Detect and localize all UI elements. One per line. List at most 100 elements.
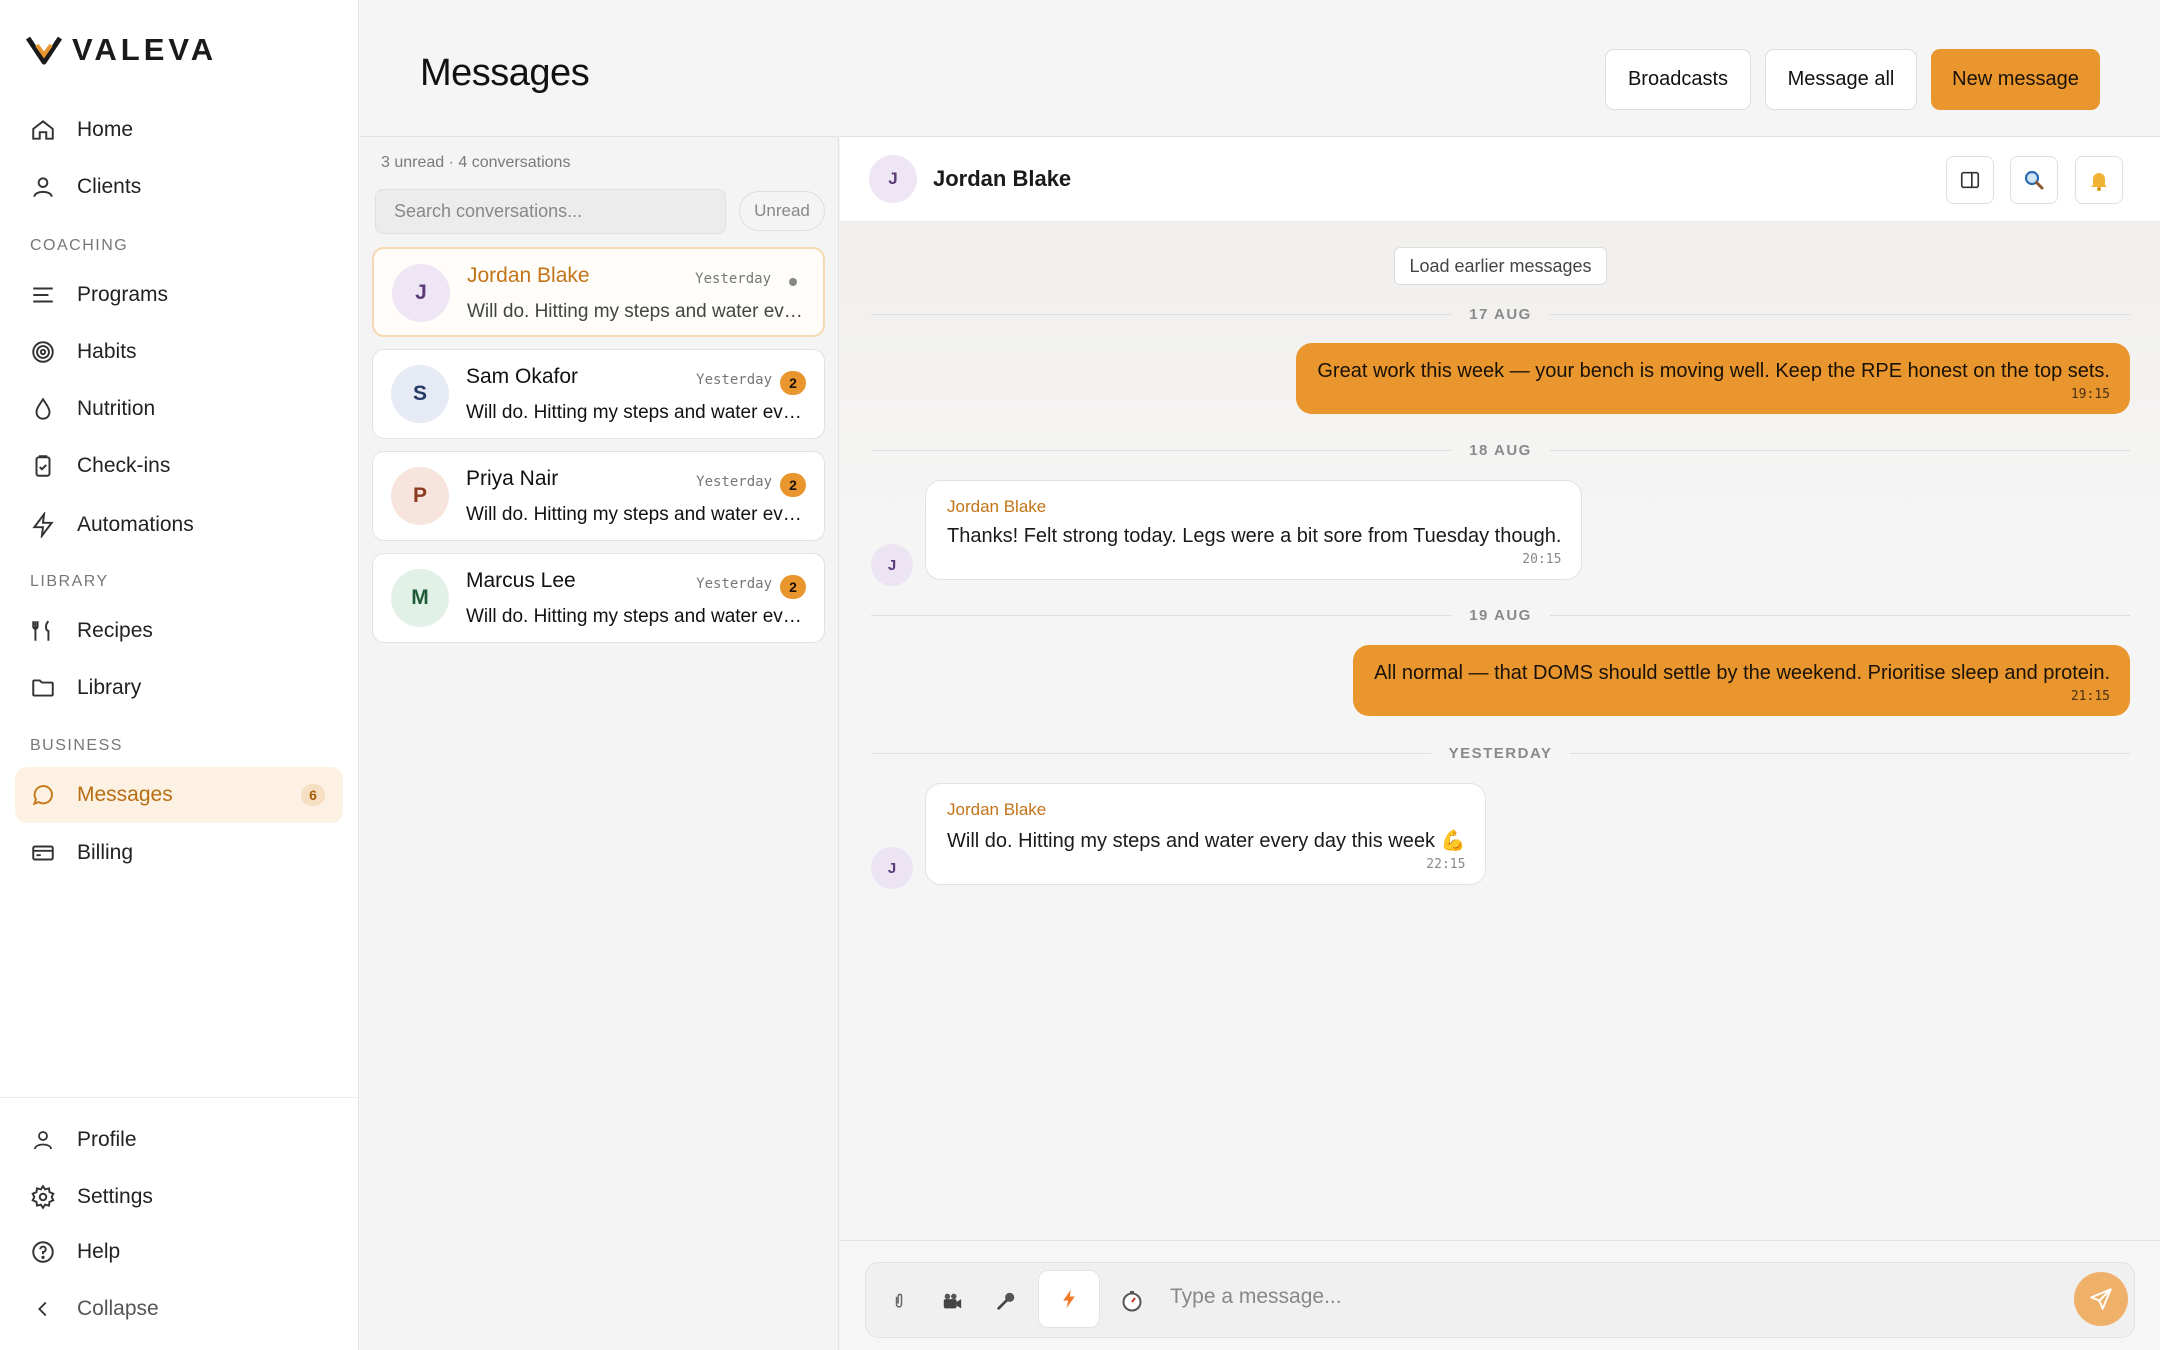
sidebar-item-nutrition[interactable]: Nutrition (15, 381, 343, 437)
toggle-panel-button[interactable] (1946, 156, 1994, 204)
help-icon (29, 1238, 57, 1266)
voice-button[interactable] (992, 1287, 1020, 1315)
chat-header: J Jordan Blake (840, 136, 2160, 222)
load-earlier-button[interactable]: Load earlier messages (1394, 247, 1607, 285)
notifications-button[interactable] (2075, 156, 2123, 204)
valeva-logo-icon (26, 35, 62, 65)
conversation-name: Sam Okafor (466, 365, 579, 388)
chat-contact-name[interactable]: Jordan Blake (933, 166, 1071, 192)
sidebar-item-programs[interactable]: Programs (15, 267, 343, 323)
conversation-item-priya-nair[interactable]: P Priya Nair Yesterday 2 Will do. Hittin… (372, 451, 825, 541)
avatar: J (871, 847, 913, 889)
conversation-time: Yesterday (695, 271, 771, 287)
search-conversations-input[interactable]: Search conversations... (375, 189, 726, 234)
avatar: J (392, 264, 450, 322)
sidebar-item-habits[interactable]: Habits (15, 324, 343, 380)
message-thread: Load earlier messages 17 AUG Great work … (840, 222, 2160, 1240)
conversation-summary: 3 unread · 4 conversations (381, 154, 571, 171)
message-time: 20:15 (1522, 552, 1562, 567)
message-sender: Jordan Blake (947, 497, 1047, 516)
avatar: J (869, 155, 917, 203)
sidebar-item-automations[interactable]: Automations (15, 497, 343, 553)
conversation-item-marcus-lee[interactable]: M Marcus Lee Yesterday 2 Will do. Hittin… (372, 553, 825, 643)
date-separator: 18 AUG (871, 440, 2131, 460)
search-messages-button[interactable] (2010, 156, 2058, 204)
read-status-dot (789, 278, 797, 286)
date-separator: 17 AUG (871, 304, 2131, 324)
schedule-button[interactable] (1118, 1287, 1146, 1315)
sidebar-item-profile[interactable]: Profile (15, 1112, 343, 1168)
sidebar-item-recipes[interactable]: Recipes (15, 603, 343, 659)
sidebar-item-label: Clients (77, 175, 142, 198)
message-time: 21:15 (2070, 689, 2110, 704)
date-separator: 19 AUG (871, 605, 2131, 625)
gear-icon (29, 1183, 57, 1211)
video-button[interactable] (938, 1287, 966, 1315)
unread-filter-button[interactable]: Unread (739, 191, 825, 231)
conversation-preview: Will do. Hitting my steps and water ever… (467, 301, 807, 322)
avatar: P (391, 467, 449, 525)
brand-logo[interactable]: VALEVA (26, 32, 217, 68)
message-bubble-incoming: Jordan Blake Thanks! Felt strong today. … (925, 480, 1583, 580)
message-all-button[interactable]: Message all (1765, 49, 1917, 110)
send-button[interactable] (2074, 1272, 2128, 1326)
message-icon (29, 781, 57, 809)
sidebar-item-label: Automations (77, 513, 194, 536)
message-bubble-outgoing: Great work this week — your bench is mov… (1296, 343, 2130, 414)
avatar: M (391, 569, 449, 627)
send-icon (2088, 1286, 2114, 1312)
sidebar-item-settings[interactable]: Settings (15, 1169, 343, 1225)
quick-replies-button[interactable] (1038, 1270, 1100, 1328)
bolt-icon (29, 511, 57, 539)
sidebar-item-billing[interactable]: Billing (15, 825, 343, 881)
sidebar: VALEVA Home Clients COACHING Programs Ha… (0, 0, 359, 1350)
search-icon (2022, 168, 2046, 192)
attach-button[interactable] (885, 1287, 913, 1315)
message-input[interactable]: Type a message... (1170, 1285, 1342, 1309)
conversation-item-sam-okafor[interactable]: S Sam Okafor Yesterday 2 Will do. Hittin… (372, 349, 825, 439)
sidebar-collapse-button[interactable]: Collapse (15, 1281, 343, 1337)
sidebar-item-label: Recipes (77, 619, 153, 642)
sidebar-item-library[interactable]: Library (15, 660, 343, 716)
composer-area: Type a message... (840, 1240, 2160, 1350)
conversation-list: 3 unread · 4 conversations Search conver… (360, 136, 839, 1350)
page-title: Messages (420, 52, 590, 94)
sidebar-item-label: Help (77, 1240, 121, 1263)
microphone-icon (995, 1290, 1017, 1312)
bell-icon (2087, 168, 2111, 192)
sidebar-item-help[interactable]: Help (15, 1224, 343, 1280)
folder-icon (29, 674, 57, 702)
avatar: J (871, 544, 913, 586)
sidebar-item-label: Habits (77, 340, 137, 363)
date-separator: YESTERDAY (871, 743, 2130, 763)
user-icon (29, 1126, 57, 1154)
chevron-left-icon (29, 1295, 57, 1323)
sidebar-item-label: Billing (77, 841, 134, 864)
message-composer: Type a message... (865, 1262, 2135, 1338)
conversation-preview: Will do. Hitting my steps and water ever… (466, 402, 806, 423)
broadcasts-button[interactable]: Broadcasts (1605, 49, 1751, 110)
sidebar-item-label: Home (77, 118, 134, 141)
sidebar-item-label: Collapse (77, 1297, 159, 1320)
conversation-time: Yesterday (696, 576, 772, 592)
conversation-item-jordan-blake[interactable]: J Jordan Blake Yesterday Will do. Hittin… (372, 247, 825, 337)
sidebar-item-check-ins[interactable]: Check-ins (15, 438, 343, 494)
conversation-preview: Will do. Hitting my steps and water ever… (466, 504, 806, 525)
sidebar-item-messages[interactable]: Messages 6 (15, 767, 343, 823)
lightning-icon (1059, 1286, 1079, 1312)
sidebar-item-label: Nutrition (77, 397, 156, 420)
message-text: Great work this week — your bench is mov… (1317, 360, 2110, 382)
sidebar-item-label: Settings (77, 1185, 153, 1208)
sidebar-item-home[interactable]: Home (15, 102, 343, 158)
date-label: 19 AUG (1469, 606, 1532, 624)
message-bubble-outgoing: All normal — that DOMS should settle by … (1353, 645, 2130, 716)
list-icon (29, 281, 57, 309)
unread-count-badge: 6 (301, 784, 325, 806)
date-label: 17 AUG (1469, 305, 1532, 323)
page-header: Messages Broadcasts Message all New mess… (360, 0, 2160, 136)
card-icon (29, 839, 57, 867)
sidebar-item-clients[interactable]: Clients (15, 159, 343, 215)
user-icon (29, 173, 57, 201)
new-message-button[interactable]: New message (1931, 49, 2100, 110)
message-time: 22:15 (1426, 857, 1466, 872)
